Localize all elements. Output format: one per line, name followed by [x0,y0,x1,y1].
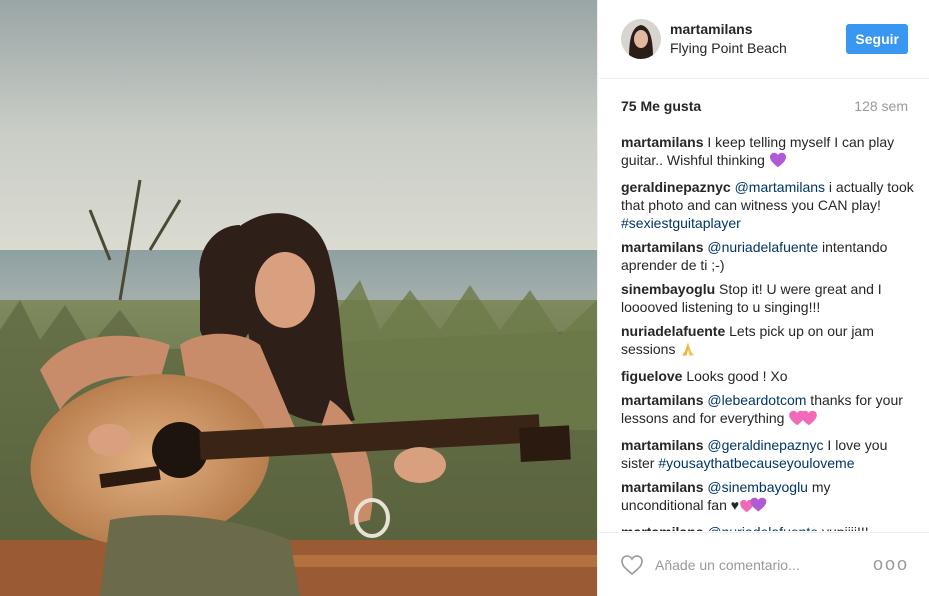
comment-author[interactable]: sinembayoglu [621,281,715,297]
comment-list[interactable]: martamilans I keep telling myself I can … [621,133,915,531]
comment-author[interactable]: geraldinepaznyc [621,179,731,195]
comment-author[interactable]: martamilans [621,437,703,453]
comment-author[interactable]: martamilans [621,524,703,531]
comment-author[interactable]: martamilans [621,134,703,150]
add-comment-input[interactable]: Añade un comentario... [655,557,873,573]
comment-mention-link[interactable]: #sexiestguitaplayer [621,215,741,231]
header-text: martamilans Flying Point Beach [670,20,846,58]
comment-mention-link[interactable]: @geraldinepaznyc [707,437,823,453]
avatar[interactable] [621,19,661,59]
comment-item: sinembayoglu Stop it! U were great and I… [621,280,915,316]
comment-mention-link[interactable]: @nuriadelafuente [707,239,818,255]
heart-icon[interactable] [620,554,644,576]
comment-item: martamilans @lebeardotcom thanks for you… [621,391,915,430]
comment-item: martamilans @sinembayoglu my uncondition… [621,478,915,517]
comment-text: yupiiii!!! [818,524,869,531]
comment-item: martamilans @nuriadelafuente yupiiii!!! [621,523,915,531]
follow-button[interactable]: Seguir [846,24,908,54]
purple-heart-icon [769,152,787,172]
heart-cluster-icon [739,497,769,517]
post-header: martamilans Flying Point Beach Seguir [598,0,929,79]
post-location[interactable]: Flying Point Beach [670,39,846,58]
post-age[interactable]: 128 sem [854,98,908,114]
comment-item: figuelove Looks good ! Xo [621,367,915,385]
post-photo[interactable] [0,0,597,596]
comment-item: geraldinepaznyc @martamilans i actually … [621,178,915,232]
praying-hands-icon [679,341,697,361]
comment-text: Looks good ! Xo [686,368,788,384]
likes-count[interactable]: 75 Me gusta [621,98,701,114]
author-username[interactable]: martamilans [670,20,846,39]
post-stats: 75 Me gusta 128 sem [598,95,929,117]
comment-item: nuriadelafuente Lets pick up on our jam … [621,322,915,361]
comment-item: martamilans @geraldinepaznyc I love you … [621,436,915,472]
comment-footer: Añade un comentario... ooo [598,532,929,596]
instagram-post: martamilans Flying Point Beach Seguir 75… [0,0,929,596]
comment-mention-link[interactable]: #yousaythatbecauseyouloveme [658,455,854,471]
post-photo-image [0,0,597,596]
comment-mention-link[interactable]: @nuriadelafuente [707,524,818,531]
comment-mention-link[interactable]: @martamilans [735,179,825,195]
comment-author[interactable]: martamilans [621,392,703,408]
comment-author[interactable]: nuriadelafuente [621,323,725,339]
comment-item: martamilans I keep telling myself I can … [621,133,915,172]
comment-mention-link[interactable]: @lebeardotcom [707,392,806,408]
comment-author[interactable]: martamilans [621,239,703,255]
comment-item: martamilans @nuriadelafuente intentando … [621,238,915,274]
two-pink-hearts-icon [788,410,818,430]
more-options-icon[interactable]: ooo [873,554,909,575]
comment-author[interactable]: martamilans [621,479,703,495]
comment-mention-link[interactable]: @sinembayoglu [707,479,808,495]
comment-author[interactable]: figuelove [621,368,682,384]
post-sidebar: martamilans Flying Point Beach Seguir 75… [597,0,929,596]
avatar-image [621,19,661,59]
